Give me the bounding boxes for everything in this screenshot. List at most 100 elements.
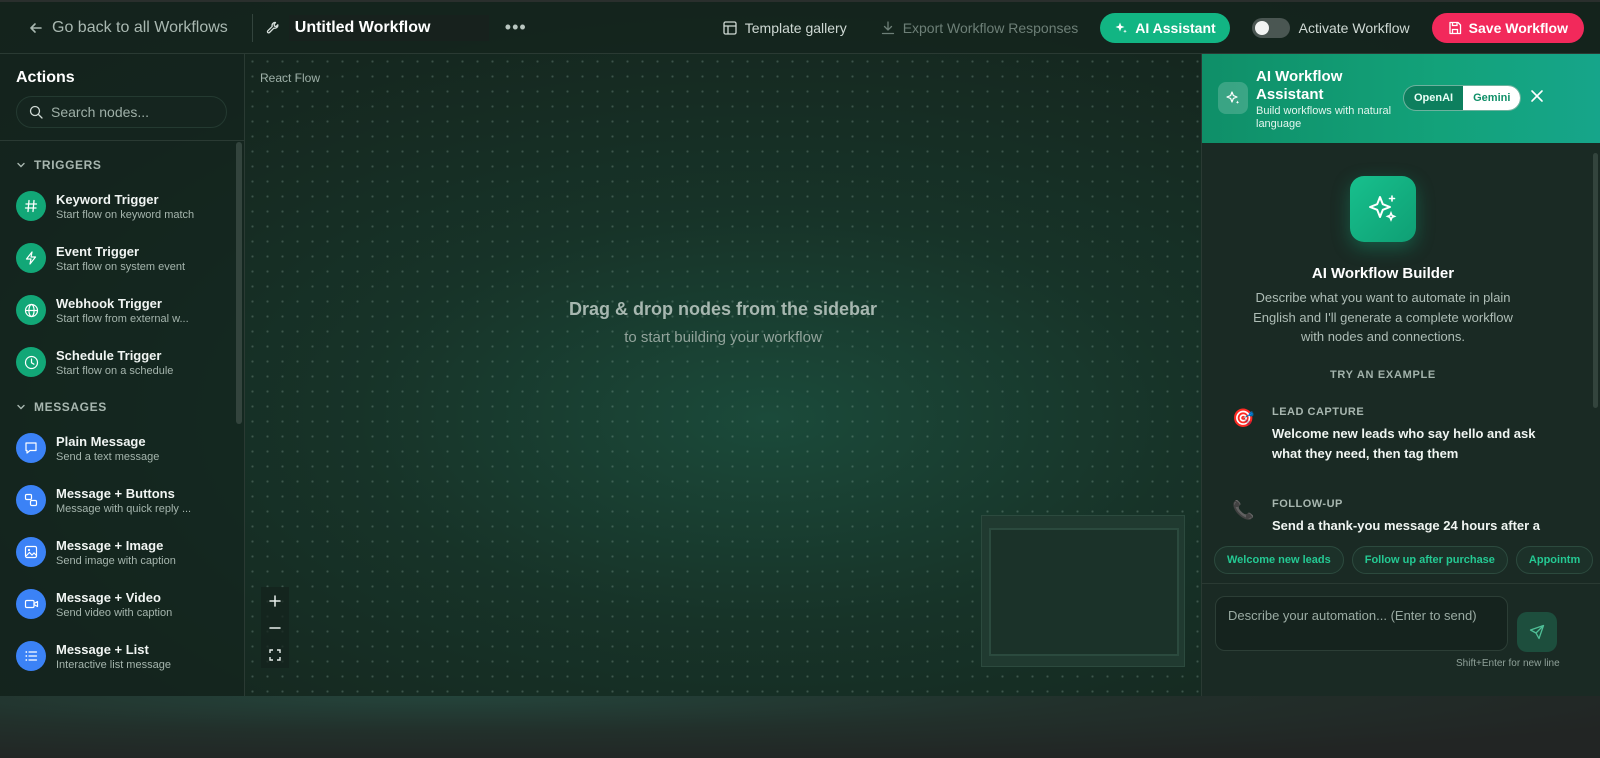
save-workflow-label: Save Workflow xyxy=(1468,19,1568,36)
node-desc: Interactive list message xyxy=(56,658,171,671)
ai-builder-title: AI Workflow Builder xyxy=(1311,265,1455,282)
close-icon xyxy=(1531,90,1543,102)
chip-follow-up-after-purchase[interactable]: Follow up after purchase xyxy=(1351,546,1508,574)
node-message-image[interactable]: Message + Image Send image with caption xyxy=(16,532,226,572)
example-label: LEAD CAPTURE xyxy=(1272,406,1365,418)
bolt-icon xyxy=(16,243,46,273)
node-name: Keyword Trigger xyxy=(56,191,159,207)
plus-icon xyxy=(269,594,281,607)
node-search-box xyxy=(16,96,227,128)
more-options-button[interactable]: ••• xyxy=(505,17,527,38)
node-event-trigger[interactable]: Event Trigger Start flow on system event xyxy=(16,238,226,278)
ai-builder-description: Describe what you want to automate in pl… xyxy=(1253,290,1513,344)
search-icon xyxy=(29,105,43,119)
target-icon: 🎯 xyxy=(1232,408,1255,428)
minimap-viewport[interactable] xyxy=(989,528,1179,656)
ai-panel-title: AI Workflow Assistant xyxy=(1256,68,1343,103)
node-text: Message + Image Send image with caption xyxy=(56,538,206,567)
zoom-in-button[interactable] xyxy=(261,587,289,614)
ai-assistant-button[interactable]: AI Assistant xyxy=(1100,12,1230,43)
node-name: Message + Buttons xyxy=(56,485,175,501)
export-responses-button[interactable]: Export Workflow Responses xyxy=(881,19,1079,36)
ai-panel-scrollbar[interactable] xyxy=(1593,153,1598,408)
minimap[interactable] xyxy=(981,515,1185,667)
react-flow-attribution[interactable]: React Flow xyxy=(260,71,320,85)
video-icon xyxy=(16,589,46,619)
fit-view-icon xyxy=(269,648,281,661)
node-message-list[interactable]: Message + List Interactive list message xyxy=(16,636,226,676)
example-text: Welcome new leads who say hello and ask … xyxy=(1272,426,1536,461)
buttons-icon xyxy=(16,485,46,515)
phone-icon: 📞 xyxy=(1232,500,1255,520)
node-name: Plain Message xyxy=(56,433,146,449)
sparkles-icon xyxy=(1115,22,1128,33)
node-desc: Send video with caption xyxy=(56,606,173,619)
app-window: Go back to all Workflows ••• Template ga… xyxy=(0,0,1600,698)
ai-panel-body: AI Workflow Builder Describe what you wa… xyxy=(1202,143,1600,583)
chip-welcome-new-leads[interactable]: Welcome new leads xyxy=(1214,546,1344,574)
sidebar-scrollbar[interactable] xyxy=(236,142,242,424)
chip-appointment[interactable]: Appointm xyxy=(1515,546,1594,574)
close-ai-panel-button[interactable] xyxy=(1530,89,1544,108)
save-workflow-button[interactable]: Save Workflow xyxy=(1431,12,1584,43)
back-link-label: Go back to all Workflows xyxy=(52,18,228,36)
ai-panel-subtitle: Build workflows with natural language xyxy=(1256,105,1392,130)
node-text: Message + Video Send video with caption xyxy=(56,590,206,619)
sparkles-icon xyxy=(1218,82,1248,114)
node-name: Event Trigger xyxy=(56,243,140,259)
wrench-icon xyxy=(266,21,279,33)
node-webhook-trigger[interactable]: Webhook Trigger Start flow from external… xyxy=(16,290,226,330)
window-bottom-area xyxy=(0,696,1600,758)
node-message-buttons[interactable]: Message + Buttons Message with quick rep… xyxy=(16,480,226,520)
example-follow-up[interactable]: 📞 FOLLOW-UP Send a thank-you message 24 … xyxy=(1232,498,1540,548)
template-gallery-button[interactable]: Template gallery xyxy=(723,20,847,36)
node-keyword-trigger[interactable]: Keyword Trigger Start flow on keyword ma… xyxy=(16,186,226,226)
quick-prompt-chips: Welcome new leads Follow up after purcha… xyxy=(1214,546,1600,574)
actions-sidebar: Actions TRIGGERS Keyword Trigger Start f… xyxy=(0,54,245,698)
zoom-out-button[interactable] xyxy=(261,614,289,641)
send-icon xyxy=(1529,624,1545,640)
node-desc: Message with quick reply ... xyxy=(56,502,192,515)
node-message-video[interactable]: Message + Video Send video with caption xyxy=(16,584,226,624)
node-text: Plain Message Send a text message xyxy=(56,434,206,463)
workflow-canvas[interactable]: React Flow Drag & drop nodes from the si… xyxy=(245,54,1201,698)
activate-workflow-toggle[interactable] xyxy=(1251,17,1290,38)
chevron-down-icon xyxy=(17,404,25,410)
node-plain-message[interactable]: Plain Message Send a text message xyxy=(16,428,226,468)
node-text: Webhook Trigger Start flow from external… xyxy=(56,296,206,325)
provider-openai-option[interactable]: OpenAI xyxy=(1404,86,1463,110)
export-label: Export Workflow Responses xyxy=(902,19,1079,36)
section-triggers-label: TRIGGERS xyxy=(34,158,102,172)
node-name: Message + List xyxy=(56,641,149,657)
zoom-controls xyxy=(261,587,289,668)
arrow-left-icon xyxy=(30,22,42,33)
canvas-empty-subtitle: to start building your workflow xyxy=(624,329,822,346)
ai-assistant-panel: AI Workflow Assistant Build workflows wi… xyxy=(1201,54,1600,698)
activate-workflow-label: Activate Workflow xyxy=(1298,19,1410,36)
workflow-title-input[interactable] xyxy=(288,14,489,41)
automation-prompt-input[interactable] xyxy=(1215,596,1508,651)
clock-icon xyxy=(16,347,46,377)
back-to-workflows-link[interactable]: Go back to all Workflows xyxy=(28,19,228,37)
node-schedule-trigger[interactable]: Schedule Trigger Start flow on a schedul… xyxy=(16,342,226,382)
node-desc: Start flow on keyword match xyxy=(56,208,195,221)
example-lead-capture[interactable]: 🎯 LEAD CAPTURE Welcome new leads who say… xyxy=(1232,406,1535,476)
node-desc: Send a text message xyxy=(56,450,160,463)
node-text: Message + Buttons Message with quick rep… xyxy=(56,486,206,515)
section-messages-header[interactable]: MESSAGES xyxy=(16,400,107,414)
section-messages-label: MESSAGES xyxy=(34,400,107,414)
node-search-input[interactable] xyxy=(51,104,211,120)
node-text: Message + List Interactive list message xyxy=(56,642,206,671)
minus-icon xyxy=(269,626,281,629)
fit-view-button[interactable] xyxy=(261,641,289,668)
example-text: Send a thank-you message 24 hours after … xyxy=(1272,518,1541,533)
ai-input-separator xyxy=(1202,583,1600,584)
provider-gemini-option[interactable]: Gemini xyxy=(1463,86,1521,110)
node-desc: Start flow on a schedule xyxy=(56,364,174,377)
template-gallery-label: Template gallery xyxy=(744,19,847,36)
globe-icon xyxy=(16,295,46,325)
section-triggers-header[interactable]: TRIGGERS xyxy=(16,158,101,172)
node-desc: Send image with caption xyxy=(56,554,176,567)
ai-assistant-label: AI Assistant xyxy=(1135,19,1216,36)
send-prompt-button[interactable] xyxy=(1517,612,1557,652)
